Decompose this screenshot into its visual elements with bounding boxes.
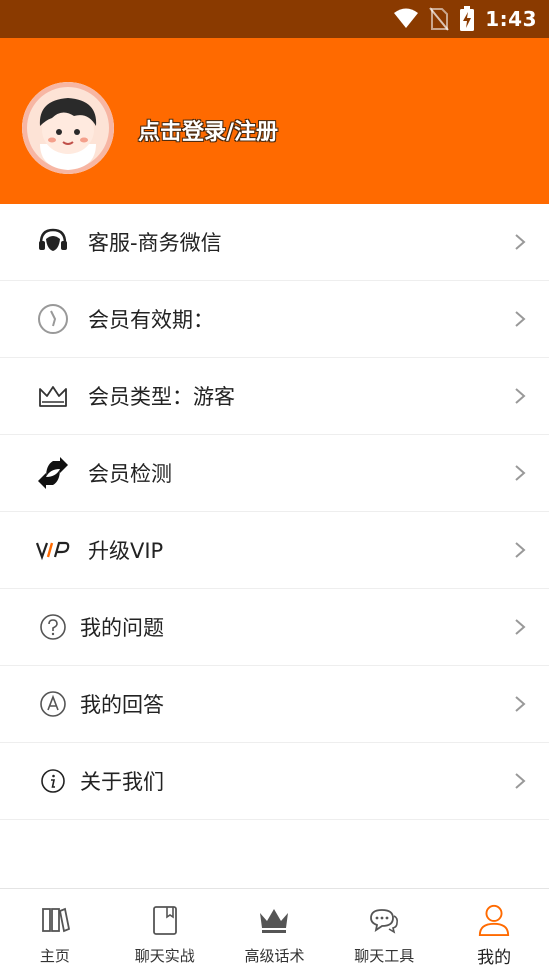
books-icon [38,903,72,937]
chat-bubbles-icon [367,903,401,937]
menu-item-label: 会员检测 [88,462,172,486]
tab-label: 我的 [477,948,512,968]
menu-item-membership-type[interactable]: 会员类型：游客 [0,358,549,435]
chevron-right-icon [515,234,526,250]
menu-item-label: 我的问题 [80,616,164,640]
clock-icon [36,302,70,336]
status-time: 1:43 [485,7,537,31]
tab-chat-tools[interactable]: 聊天工具 [329,889,439,976]
tab-advanced-scripts[interactable]: 高级话术 [220,889,330,976]
menu-item-membership-validity[interactable]: 会员有效期： [0,281,549,358]
answer-icon [36,687,70,721]
chevron-right-icon [515,619,526,635]
tab-label: 主页 [39,947,70,965]
notebook-icon [148,903,182,937]
menu-item-label: 升级VIP [88,539,164,563]
chevron-right-icon [515,388,526,404]
vip-icon [36,533,70,567]
menu-item-label: 我的回答 [80,693,164,717]
tab-label: 高级话术 [244,947,305,965]
avatar[interactable] [22,82,114,174]
tab-chat-practice[interactable]: 聊天实战 [110,889,220,976]
chevron-right-icon [515,465,526,481]
chevron-right-icon [515,311,526,327]
headset-icon [36,225,70,259]
question-icon [36,610,70,644]
menu-item-label: 客服-商务微信 [88,231,222,255]
menu-item-upgrade-vip[interactable]: 升级VIP [0,512,549,589]
wifi-icon [394,8,419,28]
menu-item-my-answers[interactable]: 我的回答 [0,666,549,743]
login-register-link[interactable]: 点击登录/注册 [138,114,278,146]
user-icon [477,903,511,937]
menu-item-about-us[interactable]: 关于我们 [0,743,549,820]
menu-list: 客服-商务微信 会员有效期： 会员类型：游客 会员检测 升级VIP 我的问题 我… [0,204,549,820]
menu-item-customer-service[interactable]: 客服-商务微信 [0,204,549,281]
refresh-icon [36,456,70,490]
status-bar: 1:43 [0,0,549,38]
cartoon-boy-avatar-icon [22,82,114,174]
crown-icon [36,379,70,413]
no-sim-icon [429,7,450,31]
menu-item-label: 会员有效期： [88,308,214,332]
tab-mine[interactable]: 我的 [439,889,549,976]
tab-home[interactable]: 主页 [0,889,110,976]
chevron-right-icon [515,696,526,712]
status-icons: 1:43 [393,0,537,38]
info-icon [36,764,70,798]
menu-item-label: 关于我们 [80,770,164,794]
menu-item-membership-check[interactable]: 会员检测 [0,435,549,512]
tab-label: 聊天实战 [134,947,195,965]
bottom-tab-bar: 主页 聊天实战 高级话术 聊天工具 我的 [0,888,549,976]
profile-header: 点击登录/注册 [0,38,549,204]
chevron-right-icon [515,773,526,789]
menu-item-label: 会员类型：游客 [88,385,235,409]
menu-item-my-questions[interactable]: 我的问题 [0,589,549,666]
chevron-right-icon [515,542,526,558]
battery-charging-icon [460,6,475,31]
crown-icon [257,903,291,937]
tab-label: 聊天工具 [354,947,415,965]
